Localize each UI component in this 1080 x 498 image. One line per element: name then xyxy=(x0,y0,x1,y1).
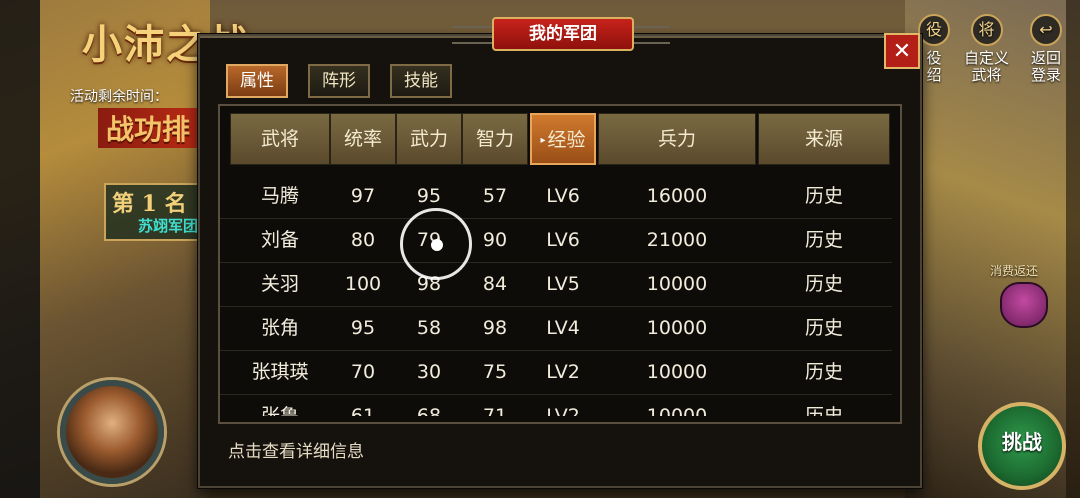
title-ornament-right xyxy=(630,26,670,44)
detail-hint-text: 点击查看详细信息 xyxy=(228,442,364,462)
title-ornament-left xyxy=(452,26,492,44)
table-row[interactable]: 马腾 97 95 57 LV6 16000 历史 xyxy=(220,174,892,219)
cell-source: 历史 xyxy=(804,273,843,295)
column-header-intellect[interactable]: 智力 xyxy=(462,113,528,165)
cell-experience: LV5 xyxy=(546,273,580,295)
cell-experience: LV2 xyxy=(546,361,580,383)
rank-first-label: 第 1 名 xyxy=(112,191,187,217)
cell-command: 97 xyxy=(350,185,376,207)
menu-role-label: 役 绍 xyxy=(926,49,942,84)
cell-source: 历史 xyxy=(804,317,843,339)
column-header-general[interactable]: 武将 xyxy=(230,113,330,165)
menu-custom-general-label: 自定义 武将 xyxy=(964,49,1010,84)
cell-force: 30 xyxy=(416,361,442,383)
column-header-source[interactable]: 来源 xyxy=(758,113,890,165)
back-arrow-icon: ↩ xyxy=(1030,14,1062,46)
close-icon: ✕ xyxy=(892,39,912,64)
cell-intellect: 84 xyxy=(482,273,508,295)
cell-general: 关羽 xyxy=(260,273,299,295)
helmet-icon: 将 xyxy=(970,14,1003,46)
tab-attributes[interactable]: 属性 xyxy=(226,64,288,98)
screen-edge-right xyxy=(1066,0,1080,498)
screen-edge-left xyxy=(0,0,40,498)
menu-return-login-label: 返回 登录 xyxy=(1030,49,1061,84)
cell-source: 历史 xyxy=(804,229,843,251)
cell-force: 58 xyxy=(416,317,442,339)
tab-skills[interactable]: 技能 xyxy=(390,64,452,98)
cell-command: 61 xyxy=(350,405,376,416)
menu-item-return-login[interactable]: ↩ 返回 登录 xyxy=(1030,14,1062,84)
remaining-time-label: 活动剩余时间： xyxy=(70,89,168,105)
cell-intellect: 90 xyxy=(482,229,508,251)
cell-intellect: 71 xyxy=(482,405,508,416)
table-row[interactable]: 刘备 80 79 90 LV6 21000 历史 xyxy=(220,218,892,263)
cell-intellect: 75 xyxy=(482,361,508,383)
generals-list[interactable]: 马腾 97 95 57 LV6 16000 历史 刘备 80 79 90 LV6… xyxy=(220,172,892,416)
cell-source: 历史 xyxy=(804,361,843,383)
cell-intellect: 57 xyxy=(482,185,508,207)
cell-command: 70 xyxy=(350,361,376,383)
cell-experience: LV6 xyxy=(546,185,580,207)
column-header-command[interactable]: 统率 xyxy=(330,113,396,165)
tab-formation[interactable]: 阵形 xyxy=(308,64,370,98)
cell-general: 张琪瑛 xyxy=(251,361,309,383)
cell-command: 95 xyxy=(350,317,376,339)
cell-experience: LV4 xyxy=(546,317,580,339)
table-row[interactable]: 张鲁 61 68 71 LV2 10000 历史 xyxy=(220,394,892,416)
rebate-bag-icon[interactable] xyxy=(1000,282,1048,328)
column-header-troops[interactable]: 兵力 xyxy=(598,113,756,165)
cell-source: 历史 xyxy=(804,185,843,207)
player-avatar[interactable] xyxy=(60,380,164,484)
cell-command: 80 xyxy=(350,229,376,251)
cell-troops: 10000 xyxy=(646,361,708,383)
cell-troops: 10000 xyxy=(646,405,708,416)
cell-general: 张鲁 xyxy=(260,405,299,416)
cell-experience: LV2 xyxy=(546,405,580,416)
cell-troops: 10000 xyxy=(646,273,708,295)
scroll-icon: 役 xyxy=(918,14,950,46)
sort-indicator-icon: ▸ xyxy=(540,134,546,146)
cell-command: 100 xyxy=(344,273,382,295)
table-row[interactable]: 关羽 100 98 84 LV5 10000 历史 xyxy=(220,262,892,307)
menu-item-custom-general[interactable]: 将 自定义 武将 xyxy=(964,14,1009,84)
column-header-experience-label: 经验 xyxy=(547,129,586,151)
table-row[interactable]: 张角 95 58 98 LV4 10000 历史 xyxy=(220,306,892,351)
rank-legion-name: 苏翊军团 xyxy=(138,217,199,235)
dialog-title: 我的军团 xyxy=(492,17,634,51)
menu-item-role[interactable]: 役 役 绍 xyxy=(918,14,950,84)
cell-troops: 16000 xyxy=(646,185,708,207)
cell-general: 张角 xyxy=(260,317,299,339)
cell-general: 刘备 xyxy=(260,229,299,251)
cell-general: 马腾 xyxy=(260,185,299,207)
cell-intellect: 98 xyxy=(482,317,508,339)
cell-troops: 10000 xyxy=(646,317,708,339)
cell-experience: LV6 xyxy=(546,229,580,251)
battle-merit-banner[interactable]: 战功排 xyxy=(98,108,199,148)
challenge-button[interactable]: 挑战 xyxy=(978,402,1066,490)
cell-troops: 21000 xyxy=(646,229,708,251)
consume-rebate-label: 消费返还 xyxy=(990,264,1039,278)
column-header-force[interactable]: 武力 xyxy=(396,113,462,165)
table-row[interactable]: 张琪瑛 70 30 75 LV2 10000 历史 xyxy=(220,350,892,395)
cell-force: 68 xyxy=(416,405,442,416)
column-header-experience[interactable]: ▸ 经验 xyxy=(530,113,596,165)
touch-point xyxy=(431,239,443,251)
cell-source: 历史 xyxy=(804,405,843,416)
close-button[interactable]: ✕ xyxy=(884,33,920,69)
